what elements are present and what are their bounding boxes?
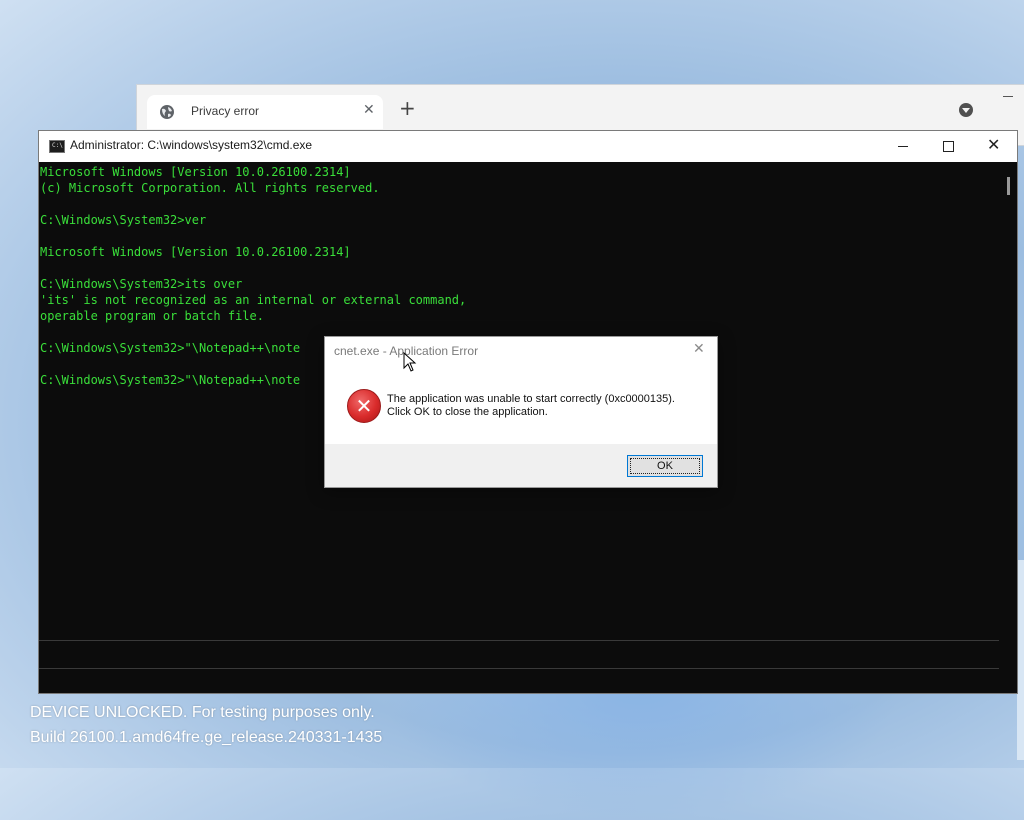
cmd-icon-label: C:\ bbox=[52, 142, 63, 149]
console-line: C:\Windows\System32>its over bbox=[40, 277, 243, 291]
dialog-close-icon[interactable]: ✕ bbox=[693, 341, 705, 357]
browser-minimize-icon[interactable] bbox=[1003, 96, 1013, 97]
error-x-icon: ✕ bbox=[347, 389, 381, 423]
dialog-footer: OK bbox=[325, 444, 717, 487]
scrollbar-thumb[interactable] bbox=[1007, 177, 1010, 195]
console-line: C:\Windows\System32>ver bbox=[40, 213, 207, 227]
application-error-dialog: cnet.exe - Application Error ✕ ✕ The app… bbox=[324, 336, 718, 488]
maximize-icon bbox=[943, 141, 954, 152]
console-line: 'its' is not recognized as an internal o… bbox=[40, 293, 467, 307]
dialog-message-line2: Click OK to close the application. bbox=[387, 406, 548, 418]
dialog-message-line1: The application was unable to start corr… bbox=[387, 393, 675, 405]
cmd-titlebar[interactable]: C:\ Administrator: C:\windows\system32\c… bbox=[39, 131, 1017, 162]
globe-icon bbox=[160, 105, 174, 119]
cmd-window-title: Administrator: C:\windows\system32\cmd.e… bbox=[70, 138, 313, 152]
console-divider bbox=[39, 668, 999, 669]
dialog-message: The application was unable to start corr… bbox=[387, 393, 707, 419]
watermark-line2: Build 26100.1.amd64fre.ge_release.240331… bbox=[30, 729, 383, 746]
console-line: Microsoft Windows [Version 10.0.26100.23… bbox=[40, 165, 351, 179]
desktop-watermark: DEVICE UNLOCKED. For testing purposes on… bbox=[30, 700, 382, 750]
console-line: Microsoft Windows [Version 10.0.26100.23… bbox=[40, 245, 351, 259]
ok-button[interactable]: OK bbox=[627, 455, 703, 477]
tab-close-icon[interactable]: ✕ bbox=[363, 102, 375, 118]
console-scrollbar[interactable] bbox=[1002, 163, 1016, 693]
console-line: operable program or batch file. bbox=[40, 309, 264, 323]
error-glyph: ✕ bbox=[355, 394, 373, 418]
minimize-button[interactable] bbox=[879, 131, 925, 162]
new-tab-button[interactable]: + bbox=[399, 98, 416, 118]
profile-dropdown-icon[interactable] bbox=[959, 103, 973, 117]
tab-title: Privacy error bbox=[191, 104, 260, 118]
mouse-cursor-icon bbox=[403, 352, 417, 372]
maximize-button[interactable] bbox=[925, 131, 971, 162]
console-divider bbox=[39, 640, 999, 641]
close-button[interactable]: ✕ bbox=[971, 131, 1017, 162]
desktop-strip bbox=[1017, 560, 1024, 760]
minimize-icon bbox=[898, 146, 908, 147]
close-icon: ✕ bbox=[987, 135, 1001, 154]
console-line: (c) Microsoft Corporation. All rights re… bbox=[40, 181, 380, 195]
browser-tab-privacy-error[interactable]: Privacy error ✕ bbox=[147, 95, 383, 129]
cmd-app-icon: C:\ bbox=[49, 140, 65, 153]
watermark-line1: DEVICE UNLOCKED. For testing purposes on… bbox=[30, 704, 375, 721]
